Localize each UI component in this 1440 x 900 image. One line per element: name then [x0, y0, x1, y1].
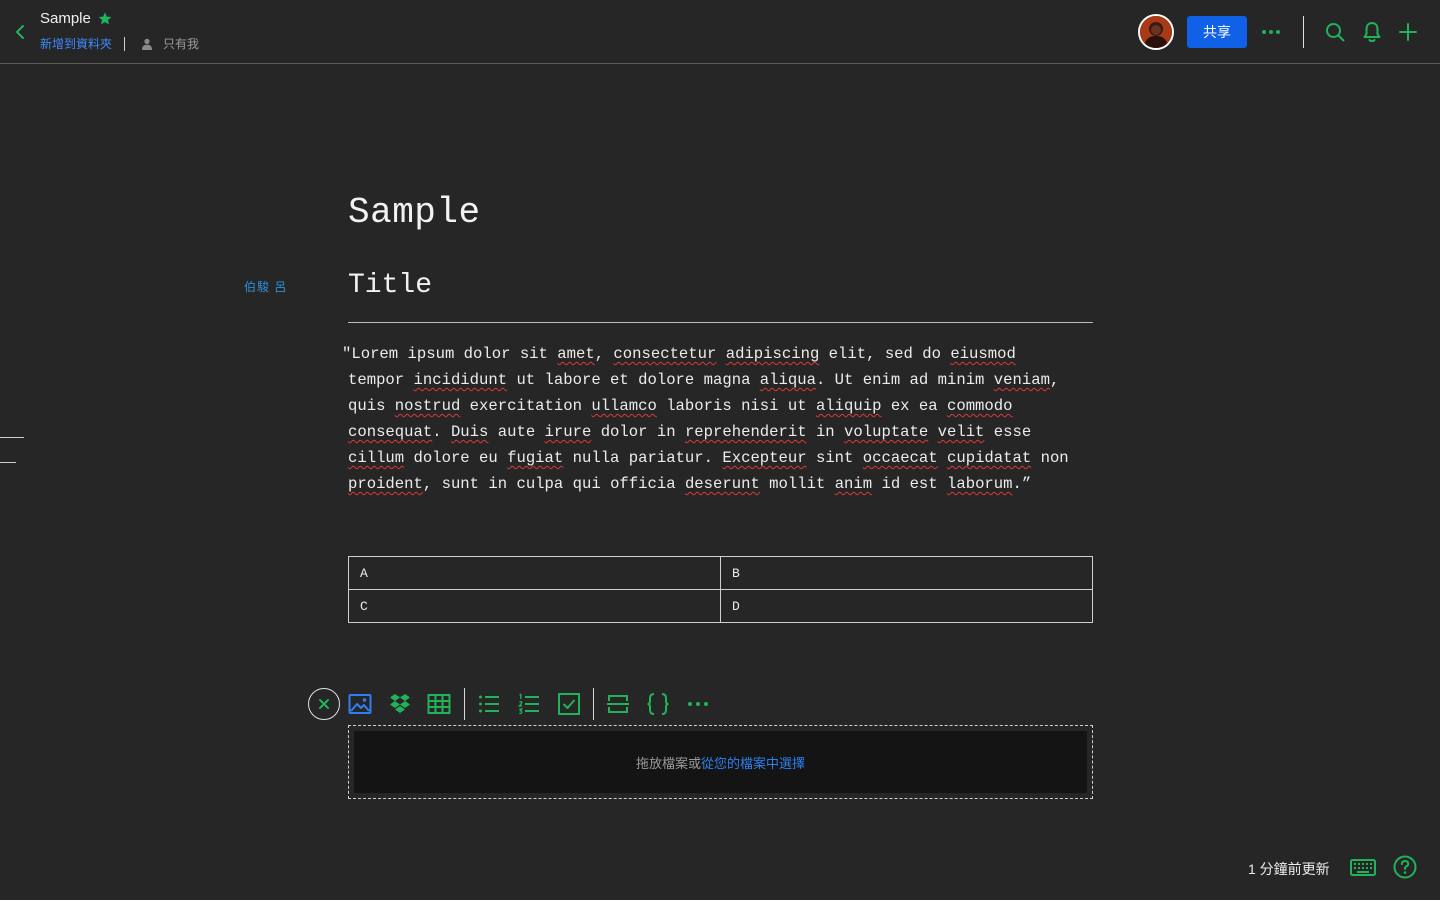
top-bar: Sample 新增到資料夾 只有我 共享 — [0, 0, 1440, 64]
star-icon[interactable] — [97, 11, 113, 27]
visibility-label[interactable]: 只有我 — [163, 35, 199, 52]
doc-heading-2[interactable]: Title — [348, 270, 432, 301]
doc-title-row: Sample — [40, 10, 113, 27]
table-icon[interactable] — [427, 692, 451, 716]
code-icon[interactable] — [646, 692, 670, 716]
header-divider — [1303, 16, 1304, 48]
numbered-list-icon[interactable] — [517, 692, 541, 716]
doc-heading-1[interactable]: Sample — [348, 192, 481, 233]
avatar[interactable] — [1138, 14, 1174, 50]
checkbox-icon[interactable] — [557, 692, 581, 716]
toolbar-divider — [593, 688, 594, 720]
doc-meta-row: 新增到資料夾 只有我 — [40, 35, 199, 52]
last-updated-label: 1 分鐘前更新 — [1248, 861, 1330, 877]
table-cell[interactable]: C — [348, 589, 721, 623]
more-icon[interactable] — [686, 692, 710, 716]
file-dropzone-inner: 拖放檔案或 從您的檔案中選擇 — [354, 731, 1087, 793]
table-cell[interactable]: B — [720, 556, 1093, 590]
close-icon — [319, 699, 329, 709]
paragraph-line: tempor incididunt ut labore et dolore ma… — [348, 371, 1060, 389]
paragraph-line: quis nostrud exercitation ullamco labori… — [348, 397, 1013, 415]
paragraph-line: proident, sunt in culpa qui officia dese… — [348, 475, 1032, 493]
margin-marker — [0, 437, 24, 438]
divider-icon[interactable] — [606, 692, 630, 716]
more-options-icon[interactable] — [1260, 24, 1282, 40]
dropbox-icon[interactable] — [388, 692, 412, 716]
body-paragraph[interactable]: "Lorem ipsum dolor sit amet, consectetur… — [342, 341, 1102, 497]
person-icon — [142, 38, 153, 50]
keyboard-icon[interactable] — [1350, 857, 1376, 877]
table-cell[interactable]: D — [720, 589, 1093, 623]
choose-files-link[interactable]: 從您的檔案中選擇 — [701, 753, 805, 772]
file-dropzone[interactable]: 拖放檔案或 從您的檔案中選擇 — [348, 725, 1093, 799]
dropzone-text: 拖放檔案或 — [635, 755, 701, 771]
image-icon[interactable] — [348, 692, 372, 716]
table-row: A B — [348, 556, 1093, 590]
table-cell[interactable]: A — [348, 556, 721, 590]
paragraph-line: cillum dolore eu fugiat nulla pariatur. … — [348, 449, 1069, 467]
close-toolbar-button[interactable] — [308, 688, 340, 720]
paragraph-line: "Lorem ipsum dolor sit amet, consectetur… — [342, 345, 1016, 363]
bell-icon[interactable] — [1362, 21, 1382, 43]
help-icon[interactable] — [1393, 855, 1417, 879]
share-button[interactable]: 共享 — [1187, 16, 1247, 48]
plus-icon[interactable] — [1398, 22, 1418, 42]
toolbar-divider — [464, 688, 465, 720]
search-icon[interactable] — [1325, 22, 1345, 42]
meta-divider — [124, 36, 126, 51]
doc-table[interactable]: A B C D — [348, 556, 1093, 623]
author-label: 伯駿 呂 — [244, 280, 288, 294]
table-row: C D — [348, 589, 1093, 623]
paragraph-line: consequat. Duis aute irure dolor in repr… — [348, 423, 1032, 441]
margin-marker — [0, 462, 16, 463]
bulleted-list-icon[interactable] — [477, 692, 501, 716]
avatar-image — [1140, 16, 1172, 48]
back-chevron-icon[interactable] — [12, 22, 30, 42]
add-to-folder-link[interactable]: 新增到資料夾 — [40, 35, 112, 52]
horizontal-rule — [348, 322, 1093, 323]
doc-title[interactable]: Sample — [40, 10, 91, 27]
